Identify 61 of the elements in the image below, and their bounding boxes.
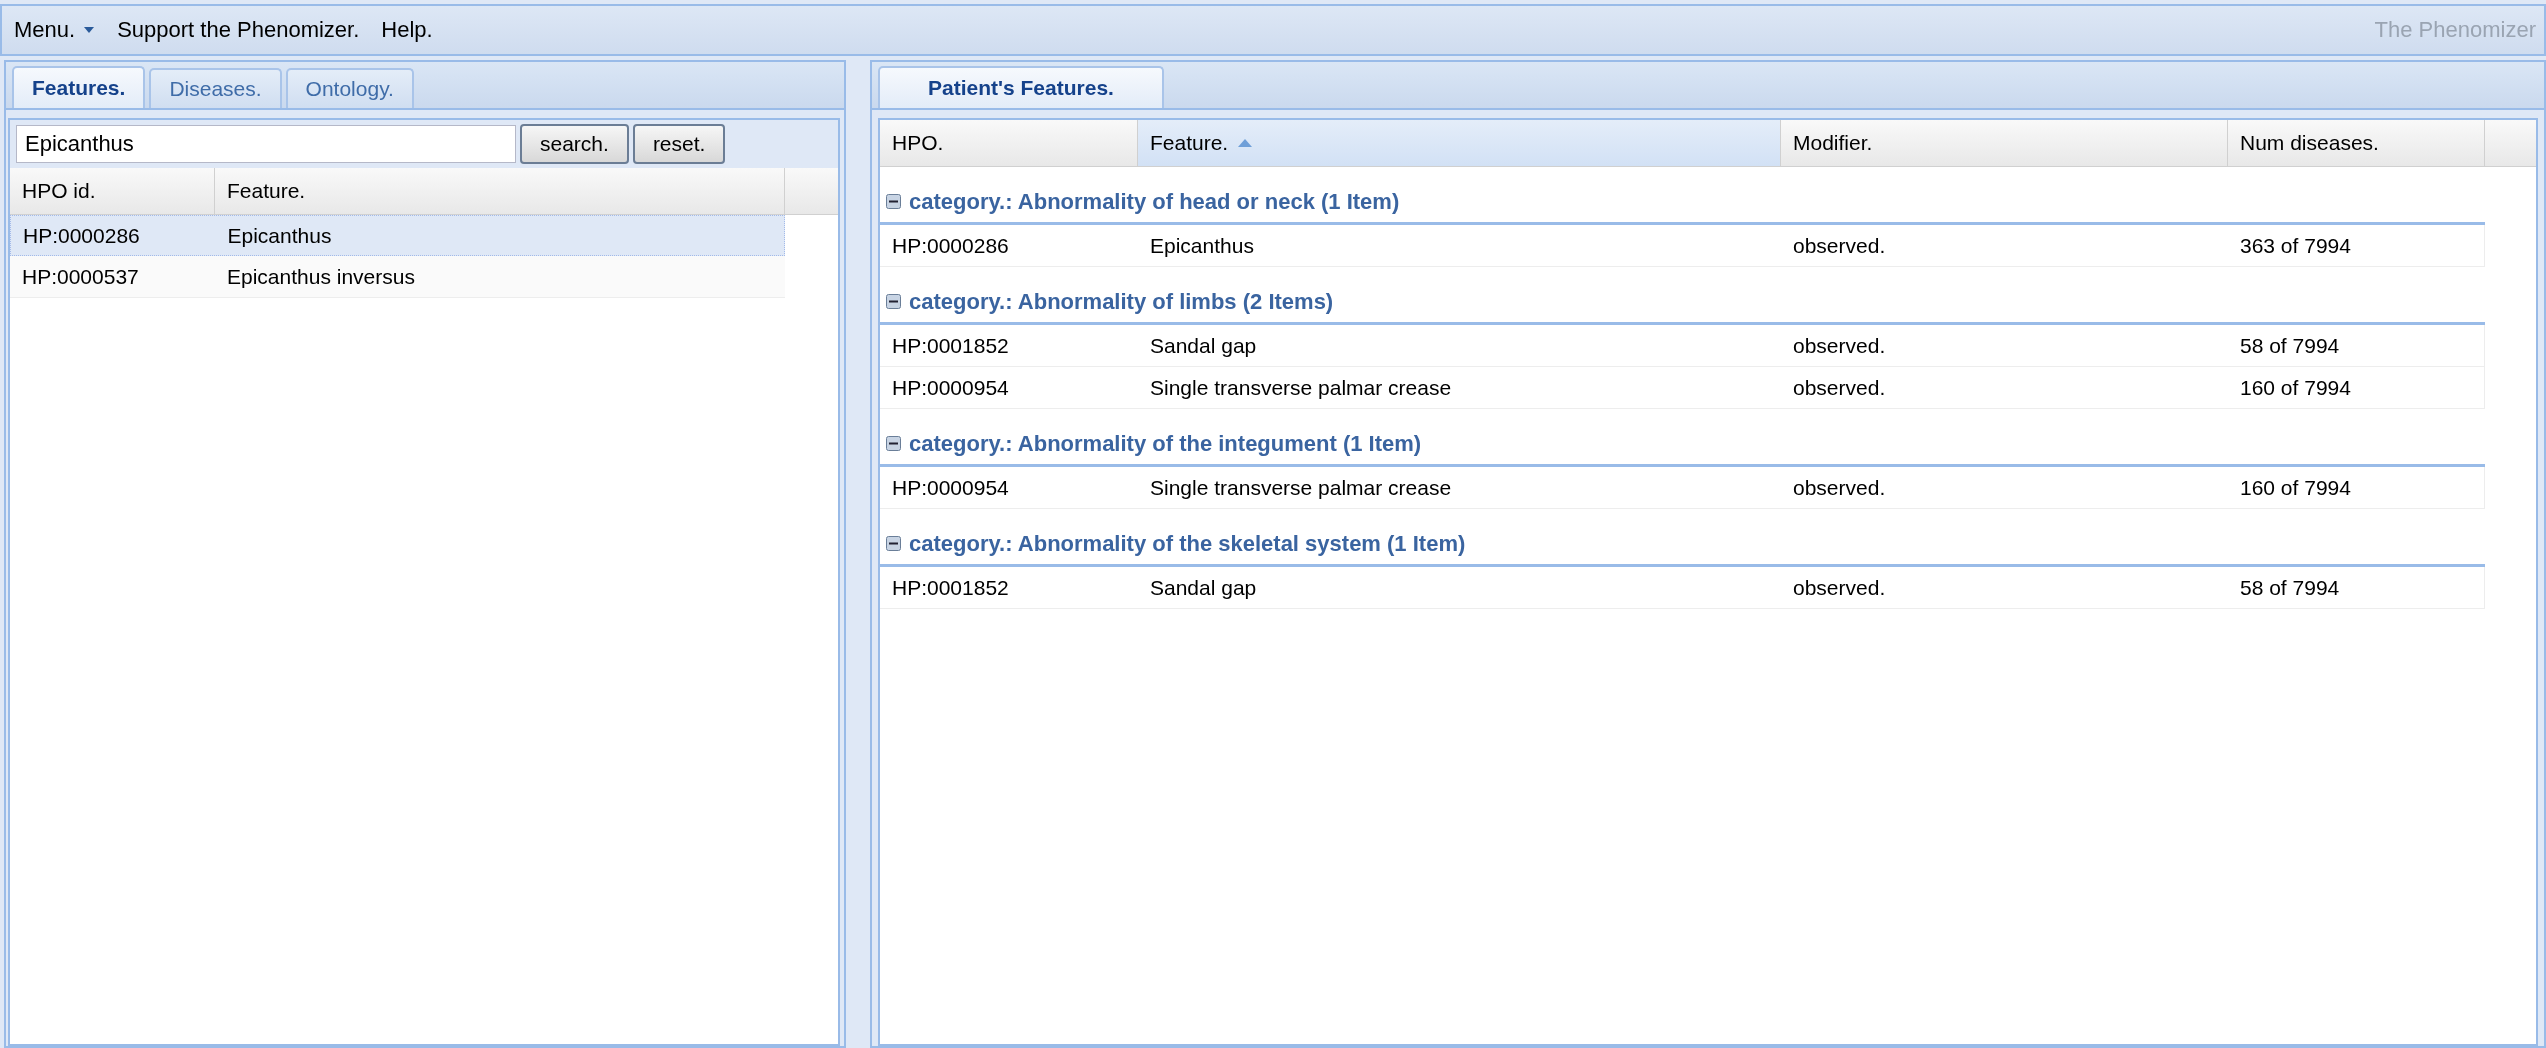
table-cell-text: 160 of 7994 (2239, 375, 2352, 400)
search-field[interactable]: Epicanthus (16, 125, 516, 163)
table-cell-text: Sandal gap (1149, 333, 1258, 358)
table-cell-text: Single transverse palmar crease (1149, 375, 1453, 400)
table-row[interactable]: HP:0001852 Sandal gap observed. 58 of 7994 (880, 567, 2485, 609)
table-cell-text: observed. (1792, 375, 1887, 400)
table-cell-text: observed. (1792, 333, 1887, 358)
tab[interactable]: Features. (12, 66, 146, 108)
menu-item[interactable]: Help. (377, 17, 437, 43)
column-header[interactable]: Feature. (1138, 120, 1781, 166)
table-row[interactable]: HP:0001852 Sandal gap observed. 58 of 7994 (880, 325, 2485, 367)
table-cell-text: 58 of 7994 (2239, 575, 2341, 600)
collapse-icon[interactable] (886, 194, 901, 209)
menu-item[interactable]: Support the Phenomizer. (113, 17, 364, 43)
collapse-icon[interactable] (886, 294, 901, 309)
table-cell-text: Sandal gap (1149, 575, 1258, 600)
group-label: category.: Abnormality of the skeletal system (1 Item) (909, 530, 1466, 557)
table-row[interactable]: HP:0000286 Epicanthus (10, 215, 785, 256)
table-cell-text: HP:0000286 (22, 223, 141, 248)
table-cell-text: 160 of 7994 (2239, 475, 2352, 500)
table-row[interactable]: HP:0000954 Single transverse palmar crease observed. 160 of 7994 (880, 467, 2485, 509)
table-cell-text: HP:0000537 (21, 264, 140, 289)
app-title: The Phenomizer (2374, 17, 2536, 43)
search-bar-button[interactable]: search. (520, 124, 629, 164)
column-header[interactable]: Num diseases. (2228, 120, 2485, 166)
table-cell-text: observed. (1792, 575, 1887, 600)
table-cell-text: Epicanthus inversus (226, 264, 416, 289)
column-header[interactable]: Modifier. (1781, 120, 2228, 166)
table-cell-text: observed. (1792, 233, 1887, 258)
table-cell-text: Epicanthus (226, 223, 333, 248)
collapse-icon[interactable] (886, 436, 901, 451)
menu-item[interactable]: Menu. (10, 17, 100, 43)
column-header[interactable]: HPO id. (10, 168, 215, 214)
table-cell-text: HP:0000954 (891, 475, 1010, 500)
column-header[interactable]: Feature. (215, 168, 785, 214)
group-header[interactable]: category.: Abnormality of head or neck (1 Item) (880, 167, 2485, 225)
tab[interactable]: Patient's Features. (878, 66, 1164, 108)
group-header[interactable]: category.: Abnormality of limbs (2 Items) (880, 267, 2485, 325)
group-header[interactable]: category.: Abnormality of the skeletal system (1 Item) (880, 509, 2485, 567)
tab[interactable]: Ontology. (285, 68, 414, 108)
table-cell-text: Single transverse palmar crease (1149, 475, 1453, 500)
group-label: category.: Abnormality of the integument (1 Item) (909, 430, 1422, 457)
group-label: category.: Abnormality of head or neck (1 Item) (909, 188, 1400, 215)
table-cell-text: HP:0001852 (891, 333, 1010, 358)
table-cell-text: Epicanthus (1149, 233, 1255, 258)
tab[interactable]: Diseases. (149, 68, 282, 108)
table-cell-text: HP:0001852 (891, 575, 1010, 600)
table-cell-text: HP:0000954 (891, 375, 1010, 400)
table-row[interactable]: HP:0000954 Single transverse palmar crease observed. 160 of 7994 (880, 367, 2485, 409)
caret-icon (83, 26, 96, 34)
search-bar-button[interactable]: reset. (632, 124, 726, 164)
sort-ascending-icon (1238, 139, 1253, 147)
table-cell-text: 58 of 7994 (2239, 333, 2341, 358)
group-label: category.: Abnormality of limbs (2 Items) (909, 288, 1334, 315)
table-cell-text: observed. (1792, 475, 1887, 500)
table-cell-text: HP:0000286 (891, 233, 1010, 258)
table-cell-text: 363 of 7994 (2239, 233, 2352, 258)
collapse-icon[interactable] (886, 536, 901, 551)
table-row[interactable]: HP:0000286 Epicanthus observed. 363 of 7994 (880, 225, 2485, 267)
table-row[interactable]: HP:0000537 Epicanthus inversus (10, 256, 785, 298)
group-header[interactable]: category.: Abnormality of the integument (1 Item) (880, 409, 2485, 467)
